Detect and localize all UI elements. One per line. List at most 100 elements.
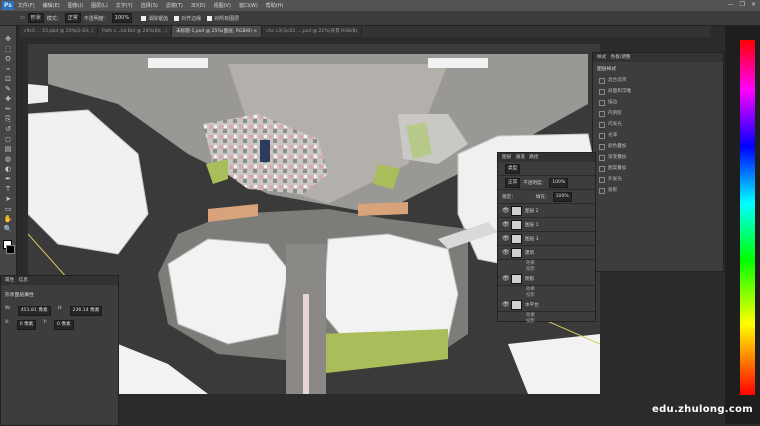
shape-icon[interactable]: ▭ [2,205,14,214]
style-option[interactable]: 投影 [599,185,723,196]
restore-button[interactable]: ❐ [740,1,745,8]
style-option-checkbox[interactable] [599,88,605,95]
layer-opacity-input[interactable]: 100% [549,177,569,188]
layer-thumbnail [511,219,522,230]
path-select-icon[interactable]: ➤ [2,195,14,204]
style-option-checkbox[interactable] [599,110,605,117]
style-option[interactable]: 渐变叠加 [599,152,723,163]
style-option-checkbox[interactable] [599,187,605,194]
all-layers-checkbox[interactable] [207,15,213,21]
marquee-icon[interactable]: ⬚ [2,45,14,54]
style-option-checkbox[interactable] [599,99,605,106]
tab-document-1[interactable]: c9c0 ... 15.pbd @ 20%(2-Eit..) [20,26,99,37]
mode-select[interactable]: 正常 [64,13,81,23]
history-brush-icon[interactable]: ↺ [2,125,14,134]
menu-item-select[interactable]: 选择(S) [141,2,158,9]
style-option-checkbox[interactable] [599,154,605,161]
visibility-eye-icon[interactable]: 👁 [502,249,510,256]
color-spectrum-bar[interactable] [740,40,755,395]
tab-swatches[interactable]: 色板/调整 [611,55,631,60]
layer-row[interactable]: 👁 阴影 [498,272,595,286]
menu-item-file[interactable]: 文件(F) [18,2,35,9]
layer-row[interactable]: 👁 建筑 [498,246,595,260]
visibility-eye-icon[interactable]: 👁 [502,301,510,308]
style-option-checkbox[interactable] [599,132,605,139]
tool-preset-icon[interactable]: ▭ [20,15,25,21]
opacity-input[interactable]: 100% [111,13,133,23]
blur-icon[interactable]: ◍ [2,155,14,164]
eyedropper-icon[interactable]: ✎ [2,85,14,94]
style-option[interactable]: 斜面和浮雕 [599,86,723,97]
quick-select-icon[interactable]: ⌁ [2,65,14,74]
align-edges-checkbox[interactable] [174,15,180,21]
pen-icon[interactable]: ✒ [2,175,14,184]
style-option-label: 内发光 [608,122,622,127]
style-option-checkbox[interactable] [599,165,605,172]
style-option[interactable]: 图案叠加 [599,163,723,174]
layer-row[interactable]: 👁 水平台 [498,298,595,312]
menu-item-image[interactable]: 图像(I) [68,2,83,9]
menu-item-view[interactable]: 视图(V) [214,2,231,9]
tab-styles[interactable]: 样式 [597,55,606,60]
layer-filter-select[interactable]: 类型 [505,163,521,174]
close-button[interactable]: ✕ [751,1,756,8]
layer-style-title: 图层样式 [597,67,617,72]
brush-icon[interactable]: ✏ [2,105,14,114]
menu-item-window[interactable]: 窗口(W) [239,2,258,9]
crop-icon[interactable]: ⊡ [2,75,14,84]
style-option-checkbox[interactable] [599,143,605,150]
visibility-eye-icon[interactable]: 👁 [502,275,510,282]
shape-select[interactable]: 形状 [27,13,44,23]
type-icon[interactable]: T [2,185,14,194]
layer-row[interactable]: 👁 图层 1 [498,218,595,232]
style-option[interactable]: 内发光 [599,119,723,130]
tab-paths[interactable]: 路径 [529,155,538,160]
tab-info[interactable]: 信息 [19,278,28,283]
x-input[interactable]: 0 像素 [16,320,37,330]
h-input[interactable]: 236.14 像素 [69,306,103,316]
menu-item-3d[interactable]: 3D(D) [191,3,206,9]
style-option[interactable]: 光泽 [599,130,723,141]
antialias-checkbox[interactable] [141,15,147,21]
blend-mode-select[interactable]: 正常 [505,177,521,188]
layer-effect[interactable]: 投影 [498,318,595,324]
hand-icon[interactable]: ✋ [2,215,14,224]
tab-document-4[interactable]: chc c3(3ic01 ... psd @ 22%(背景 RGB/8) [262,26,363,37]
y-input[interactable]: 0 像素 [54,320,74,330]
style-option-checkbox[interactable] [599,77,605,84]
tab-channels[interactable]: 通道 [516,155,525,160]
menu-item-help[interactable]: 帮助(H) [266,2,284,9]
style-option[interactable]: 颜色叠加 [599,141,723,152]
dodge-icon[interactable]: ◐ [2,165,14,174]
menu-item-filter[interactable]: 滤镜(T) [166,2,183,9]
tab-properties[interactable]: 属性 [5,278,14,283]
minimize-button[interactable]: — [728,1,734,8]
lasso-icon[interactable]: ʘ [2,55,14,64]
style-option[interactable]: 内阴影 [599,108,723,119]
style-option[interactable]: 混合选项 [599,75,723,86]
tab-document-active[interactable]: 未标题-1.psd @ 25%(图层, RGB/8) × [172,26,263,37]
menu-item-layer[interactable]: 图层(L) [91,2,108,9]
move-icon[interactable]: ✥ [2,35,14,44]
zoom-icon[interactable]: 🔍 [2,225,14,234]
style-option-checkbox[interactable] [599,176,605,183]
background-color-swatch[interactable] [6,245,15,254]
fill-input[interactable]: 100% [552,191,572,202]
style-option[interactable]: 描边 [599,97,723,108]
visibility-eye-icon[interactable]: 👁 [502,235,510,242]
w-input[interactable]: 451.81 像素 [17,306,51,316]
layer-row[interactable]: 👁 图层 3 [498,232,595,246]
gradient-icon[interactable]: ▤ [2,145,14,154]
visibility-eye-icon[interactable]: 👁 [502,221,510,228]
tab-document-2[interactable]: Path c...nd.Bid @ 20%(Bit...) [98,26,173,37]
layer-row[interactable]: 👁 图层 2 [498,204,595,218]
menu-item-edit[interactable]: 编辑(E) [43,2,60,9]
healing-icon[interactable]: ✚ [2,95,14,104]
stamp-icon[interactable]: ⎘ [2,115,14,124]
style-option[interactable]: 外发光 [599,174,723,185]
eraser-icon[interactable]: ◻ [2,135,14,144]
visibility-eye-icon[interactable]: 👁 [502,207,510,214]
style-option-checkbox[interactable] [599,121,605,128]
menu-item-type[interactable]: 文字(Y) [116,2,133,9]
tab-layers[interactable]: 图层 [502,155,511,160]
